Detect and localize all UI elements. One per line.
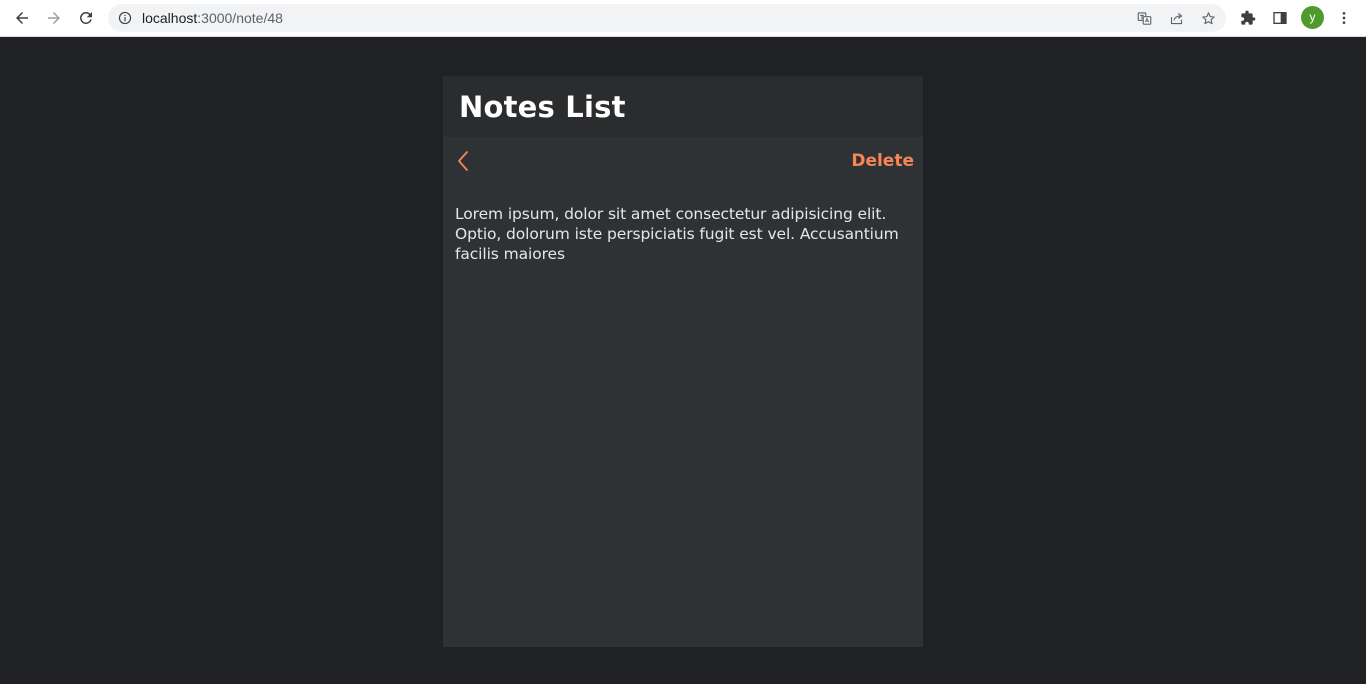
kebab-menu-icon [1342, 12, 1346, 24]
url-host: localhost [142, 10, 198, 26]
app-header: Notes List [443, 76, 923, 137]
browser-menu-button[interactable] [1334, 8, 1354, 28]
page-title: Notes List [459, 89, 626, 124]
browser-toolbar: localhost:3000/note/48 y [0, 0, 1366, 37]
extensions-button[interactable] [1238, 8, 1258, 28]
back-button[interactable] [455, 149, 471, 173]
delete-button[interactable]: Delete [851, 151, 914, 171]
star-icon [1201, 11, 1215, 24]
notes-app-card: Notes List Delete Lorem ipsum, dolor sit… [443, 76, 923, 647]
side-panel-button[interactable] [1270, 8, 1290, 28]
share-button[interactable] [1168, 10, 1184, 26]
side-panel-icon [1273, 12, 1287, 24]
browser-reload-button[interactable] [74, 6, 98, 30]
share-icon [1170, 12, 1182, 24]
chevron-left-icon [458, 151, 468, 171]
reload-icon [79, 11, 92, 24]
address-bar[interactable]: localhost:3000/note/48 [108, 4, 1226, 32]
profile-avatar[interactable]: y [1301, 6, 1324, 29]
browser-forward-button[interactable] [42, 6, 66, 30]
arrow-right-icon [48, 12, 60, 24]
puzzle-icon [1241, 10, 1256, 25]
url-text: localhost:3000/note/48 [142, 10, 283, 26]
info-icon[interactable] [118, 11, 132, 25]
translate-icon [1137, 11, 1151, 25]
note-text-area[interactable]: Lorem ipsum, dolor sit amet consectetur … [455, 204, 911, 264]
bookmark-button[interactable] [1200, 10, 1216, 26]
translate-button[interactable] [1136, 10, 1152, 26]
page-viewport: Notes List Delete Lorem ipsum, dolor sit… [0, 37, 1366, 684]
note-toolbar: Delete [443, 137, 923, 185]
url-path: :3000/note/48 [197, 10, 283, 26]
browser-back-button[interactable] [10, 6, 34, 30]
arrow-left-icon [16, 12, 28, 24]
